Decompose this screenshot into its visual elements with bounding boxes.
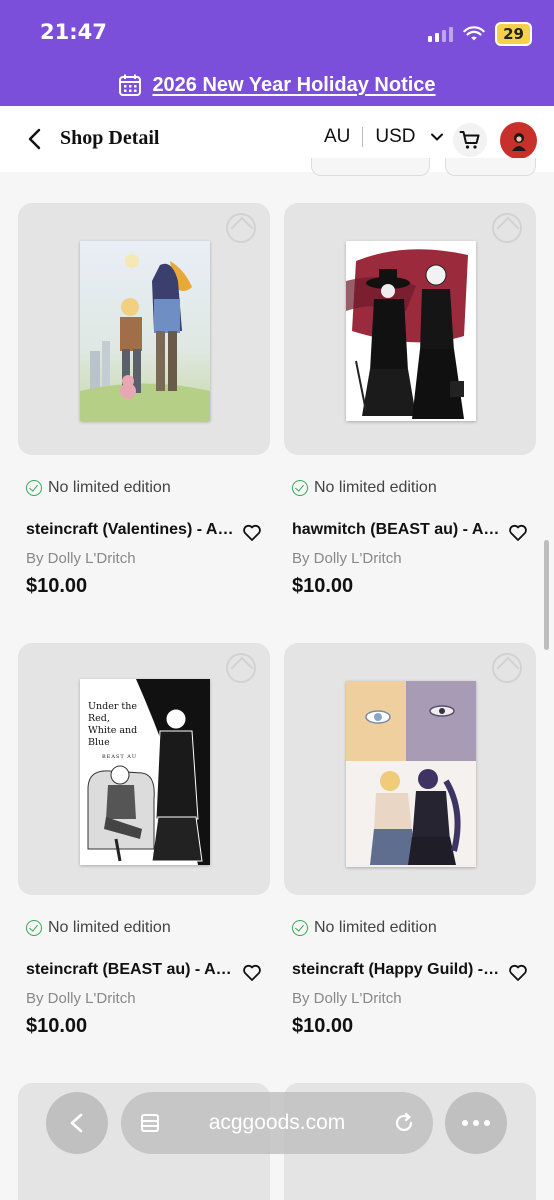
artwork-hawmitch-beast: [346, 241, 476, 421]
heart-icon[interactable]: [242, 523, 262, 543]
art-title-line: White and Blue: [88, 725, 138, 748]
chevron-left-icon: [70, 1113, 83, 1133]
edition-badge: No limited edition: [26, 479, 171, 497]
browser-toolbar: acggoods.com: [0, 1080, 554, 1200]
battery-indicator: 29: [495, 22, 532, 46]
cart-icon: [459, 131, 480, 149]
calendar-icon: [119, 74, 142, 96]
product-price: $10.00: [292, 1015, 354, 1037]
heart-icon[interactable]: [242, 963, 262, 983]
edition-badge: No limited edition: [26, 919, 171, 937]
browser-back-button[interactable]: [46, 1092, 108, 1154]
heart-icon[interactable]: [508, 963, 528, 983]
reload-icon[interactable]: [393, 1112, 415, 1134]
chevron-down-icon: [430, 133, 443, 141]
url-text[interactable]: acggoods.com: [175, 1111, 379, 1135]
check-circle-icon: [292, 920, 308, 936]
seller-name[interactable]: By Dolly L'Dritch: [292, 990, 402, 1007]
product-name[interactable]: steincraft (Valentines) - A5 print: [26, 521, 234, 539]
product-price: $10.00: [26, 575, 88, 597]
edition-label: No limited edition: [48, 479, 171, 496]
seller-name[interactable]: By Dolly L'Dritch: [26, 990, 136, 1007]
holiday-notice[interactable]: 2026 New Year Holiday Notice: [0, 68, 554, 102]
page-title: Shop Detail: [60, 127, 160, 149]
ellipsis-icon: [462, 1120, 490, 1126]
region-label: AU: [324, 126, 351, 147]
artwork-steincraft-valentines: [80, 241, 210, 421]
more-options-button[interactable]: [445, 1092, 507, 1154]
scrollbar[interactable]: [544, 540, 549, 650]
signal-icon: [428, 26, 454, 42]
art-subtitle: BEAST AU: [102, 754, 138, 760]
product-image[interactable]: [18, 203, 270, 455]
status-icons: 29: [428, 22, 532, 46]
cart-button[interactable]: [453, 123, 487, 157]
watermark-logo-icon: [226, 653, 256, 683]
back-icon[interactable]: [22, 126, 48, 152]
product-name[interactable]: steincraft (Happy Guild) - A5 print: [292, 961, 500, 979]
status-time: 21:47: [40, 20, 107, 44]
product-image[interactable]: [284, 203, 536, 455]
edition-badge: No limited edition: [292, 919, 437, 937]
check-circle-icon: [26, 920, 42, 936]
product-name[interactable]: hawmitch (BEAST au) - A5 print: [292, 521, 500, 539]
art-title-line: Under the Red,: [88, 701, 137, 724]
avatar-figure-icon: [511, 132, 526, 151]
edition-label: No limited edition: [314, 479, 437, 496]
watermark-logo-icon: [226, 213, 256, 243]
page-menu-icon[interactable]: [139, 1112, 161, 1134]
divider: [362, 127, 364, 147]
region-currency-selector[interactable]: AU USD: [324, 126, 444, 148]
product-price: $10.00: [26, 1015, 88, 1037]
artwork-steincraft-beast: Under the Red, White and Blue BEAST AU: [80, 679, 210, 865]
avatar[interactable]: [500, 122, 537, 159]
seller-name[interactable]: By Dolly L'Dritch: [292, 550, 402, 567]
check-circle-icon: [26, 480, 42, 496]
watermark-logo-icon: [492, 653, 522, 683]
artwork-steincraft-happy-guild: [346, 681, 476, 867]
product-image[interactable]: [284, 643, 536, 895]
product-name[interactable]: steincraft (BEAST au) - A5 print: [26, 961, 234, 979]
edition-label: No limited edition: [48, 919, 171, 936]
watermark-logo-icon: [492, 213, 522, 243]
edition-label: No limited edition: [314, 919, 437, 936]
currency-label: USD: [375, 126, 416, 147]
filter-pill-partial[interactable]: [311, 158, 430, 176]
check-circle-icon: [292, 480, 308, 496]
address-bar[interactable]: acggoods.com: [121, 1092, 433, 1154]
product-image[interactable]: Under the Red, White and Blue BEAST AU: [18, 643, 270, 895]
notice-link[interactable]: 2026 New Year Holiday Notice: [152, 74, 435, 97]
wifi-icon: [463, 26, 485, 41]
filter-pill-partial[interactable]: [445, 158, 536, 176]
top-banner: 21:47 29 2026 New Year Holiday Notice: [0, 0, 554, 106]
product-price: $10.00: [292, 575, 354, 597]
heart-icon[interactable]: [508, 523, 528, 543]
edition-badge: No limited edition: [292, 479, 437, 497]
seller-name[interactable]: By Dolly L'Dritch: [26, 550, 136, 567]
